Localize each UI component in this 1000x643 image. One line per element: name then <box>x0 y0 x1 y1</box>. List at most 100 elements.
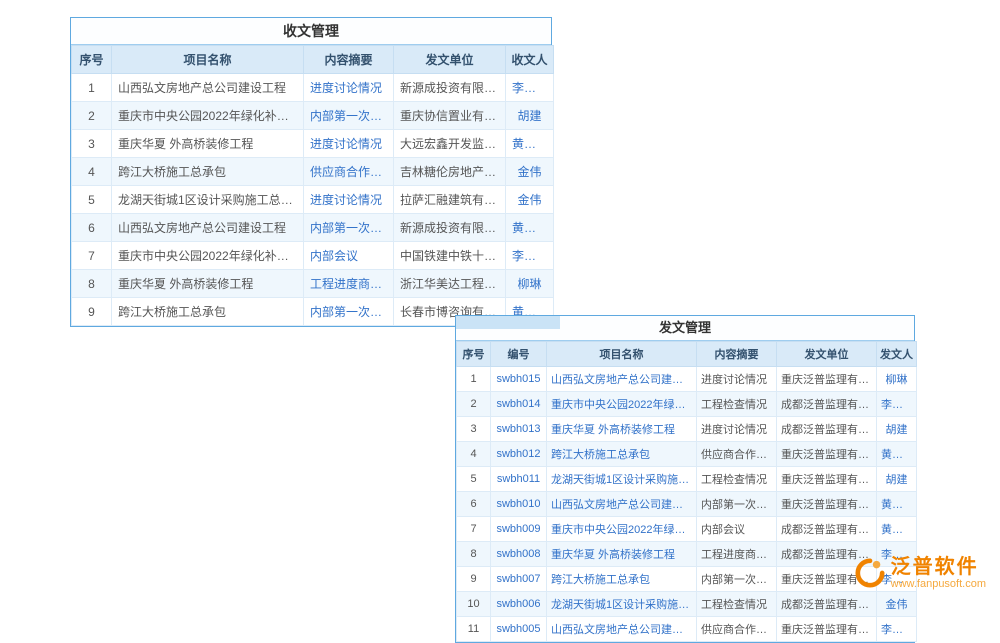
table-cell: 重庆市中央公园2022年绿化补贴项目-施工2标段 <box>112 102 304 130</box>
table-cell: 供应商合作事宜 <box>697 442 777 467</box>
table-cell-link[interactable]: 柳琳 <box>877 367 917 392</box>
table-cell: 内部第一次会议 <box>697 492 777 517</box>
table-cell: 浙江华美达工程开发监... <box>394 270 506 298</box>
table-cell-link[interactable]: swbh010 <box>491 492 547 517</box>
table-cell: 5 <box>457 467 491 492</box>
table-cell: 成都泛普监理有限公司 <box>777 417 877 442</box>
table-cell: 2 <box>72 102 112 130</box>
table-cell-link[interactable]: 重庆市中央公园2022年绿化补贴项目-... <box>547 517 697 542</box>
table-row: 5swbh011龙湖天街城1区设计采购施工总承包工程工程检查情况重庆泛普监理有限… <box>457 467 917 492</box>
table-cell: 内部第一次会议 <box>697 567 777 592</box>
table-cell-link[interactable]: 工程进度商讨情况 <box>304 270 394 298</box>
table-cell: 工程检查情况 <box>697 592 777 617</box>
table-cell-link[interactable]: 重庆华夏 外高桥装修工程 <box>547 417 697 442</box>
table-cell-link[interactable]: swbh007 <box>491 567 547 592</box>
table-cell-link[interactable]: 跨江大桥施工总承包 <box>547 567 697 592</box>
received-docs-panel: 收文管理 序号项目名称内容摘要发文单位收文人1山西弘文房地产总公司建设工程进度讨… <box>70 17 552 327</box>
table-cell-link[interactable]: swbh009 <box>491 517 547 542</box>
table-cell-link[interactable]: 山西弘文房地产总公司建设工程 <box>547 367 697 392</box>
table-cell-link[interactable]: 进度讨论情况 <box>304 74 394 102</box>
table-cell-link[interactable]: 黄思聪 <box>877 517 917 542</box>
table-cell: 工程检查情况 <box>697 392 777 417</box>
table-cell-link[interactable]: swbh012 <box>491 442 547 467</box>
table-cell-link[interactable]: 跨江大桥施工总承包 <box>547 442 697 467</box>
table-cell: 重庆泛普监理有限公司 <box>777 492 877 517</box>
column-header: 发文单位 <box>394 46 506 74</box>
table-cell: 重庆泛普监理有限公司 <box>777 367 877 392</box>
table-cell-link[interactable]: 内部会议 <box>304 242 394 270</box>
table-cell-link[interactable]: swbh011 <box>491 467 547 492</box>
table-cell-link[interactable]: 黄思聪 <box>877 442 917 467</box>
table-row: 1swbh015山西弘文房地产总公司建设工程进度讨论情况重庆泛普监理有限公司柳琳 <box>457 367 917 392</box>
table-cell: 重庆华夏 外高桥装修工程 <box>112 130 304 158</box>
table-cell-link[interactable]: 内部第一次会议 <box>304 298 394 326</box>
table-cell-link[interactable]: 胡建 <box>877 467 917 492</box>
table-cell-link[interactable]: 金伟 <box>506 186 554 214</box>
table-row: 3swbh013重庆华夏 外高桥装修工程进度讨论情况成都泛普监理有限公司胡建 <box>457 417 917 442</box>
table-cell-link[interactable]: 柳琳 <box>506 270 554 298</box>
table-cell-link[interactable]: swbh006 <box>491 592 547 617</box>
table-row: 8重庆华夏 外高桥装修工程工程进度商讨情况浙江华美达工程开发监...柳琳 <box>72 270 554 298</box>
column-header: 序号 <box>72 46 112 74</box>
table-cell-link[interactable]: 供应商合作事宜 <box>304 158 394 186</box>
table-row: 7重庆市中央公园2022年绿化补贴项目-施工2标段内部会议中国铁建中铁十五局集.… <box>72 242 554 270</box>
table-cell: 6 <box>72 214 112 242</box>
table-row: 2重庆市中央公园2022年绿化补贴项目-施工2标段内部第一次会议重庆协信置业有限… <box>72 102 554 130</box>
table-cell-link[interactable]: 山西弘文房地产总公司建设工程 <box>547 492 697 517</box>
table-cell-link[interactable]: 进度讨论情况 <box>304 130 394 158</box>
table-cell-link[interactable]: swbh005 <box>491 617 547 642</box>
table-cell-link[interactable]: swbh014 <box>491 392 547 417</box>
table-cell-link[interactable]: 龙湖天街城1区设计采购施工总承包工程 <box>547 592 697 617</box>
table-cell-link[interactable]: 进度讨论情况 <box>304 186 394 214</box>
sent-docs-panel-title-text: 发文管理 <box>659 320 711 335</box>
table-cell: 重庆泛普监理有限公司 <box>777 617 877 642</box>
column-header: 内容摘要 <box>304 46 394 74</box>
watermark: 泛普软件 www.fanpusoft.com <box>855 556 986 590</box>
table-cell-link[interactable]: 胡建 <box>877 417 917 442</box>
table-row: 3重庆华夏 外高桥装修工程进度讨论情况大远宏鑫开发监理有限...黄思聪 <box>72 130 554 158</box>
table-cell: 跨江大桥施工总承包 <box>112 298 304 326</box>
table-cell-link[interactable]: 李若若 <box>877 392 917 417</box>
table-cell-link[interactable]: swbh013 <box>491 417 547 442</box>
table-cell: 新源成投资有限公司 <box>394 214 506 242</box>
table-cell-link[interactable]: swbh015 <box>491 367 547 392</box>
table-cell-link[interactable]: 李若若 <box>506 242 554 270</box>
watermark-text: 泛普软件 www.fanpusoft.com <box>891 556 986 590</box>
table-cell: 7 <box>72 242 112 270</box>
table-cell-link[interactable]: 重庆市中央公园2022年绿化补贴项目-... <box>547 392 697 417</box>
table-row: 10swbh006龙湖天街城1区设计采购施工总承包工程工程检查情况成都泛普监理有… <box>457 592 917 617</box>
table-cell-link[interactable]: 金伟 <box>506 158 554 186</box>
header-row: 序号项目名称内容摘要发文单位收文人 <box>72 46 554 74</box>
table-cell-link[interactable]: 李若若 <box>506 74 554 102</box>
table-cell: 工程进度商讨情况 <box>697 542 777 567</box>
table-cell-link[interactable]: 黄思聪 <box>506 130 554 158</box>
table-row: 8swbh008重庆华夏 外高桥装修工程工程进度商讨情况成都泛普监理有限公司李若… <box>457 542 917 567</box>
table-cell: 3 <box>457 417 491 442</box>
table-cell-link[interactable]: 龙湖天街城1区设计采购施工总承包工程 <box>547 467 697 492</box>
table-cell-link[interactable]: 胡建 <box>506 102 554 130</box>
column-header: 项目名称 <box>547 342 697 367</box>
table-cell-link[interactable]: swbh008 <box>491 542 547 567</box>
table-cell: 重庆华夏 外高桥装修工程 <box>112 270 304 298</box>
brand-url: www.fanpusoft.com <box>891 578 986 590</box>
column-header: 内容摘要 <box>697 342 777 367</box>
table-cell: 3 <box>72 130 112 158</box>
table-cell: 工程检查情况 <box>697 467 777 492</box>
column-header: 项目名称 <box>112 46 304 74</box>
table-cell-link[interactable]: 内部第一次会议 <box>304 214 394 242</box>
sent-docs-table: 序号编号项目名称内容摘要发文单位发文人1swbh015山西弘文房地产总公司建设工… <box>456 341 917 642</box>
table-cell: 成都泛普监理有限公司 <box>777 517 877 542</box>
table-cell-link[interactable]: 重庆华夏 外高桥装修工程 <box>547 542 697 567</box>
received-docs-panel-title: 收文管理 <box>71 18 551 45</box>
table-cell-link[interactable]: 金伟 <box>877 592 917 617</box>
table-cell: 大远宏鑫开发监理有限... <box>394 130 506 158</box>
table-cell-link[interactable]: 李若若 <box>877 617 917 642</box>
table-cell-link[interactable]: 内部第一次会议 <box>304 102 394 130</box>
table-row: 5龙湖天街城1区设计采购施工总承包工程进度讨论情况拉萨汇融建筑有限公司金伟 <box>72 186 554 214</box>
table-row: 4跨江大桥施工总承包供应商合作事宜吉林糖伦房地产建筑有...金伟 <box>72 158 554 186</box>
table-cell-link[interactable]: 黄思聪 <box>877 492 917 517</box>
table-cell: 8 <box>457 542 491 567</box>
table-cell-link[interactable]: 黄思聪 <box>506 214 554 242</box>
table-cell: 内部会议 <box>697 517 777 542</box>
table-cell-link[interactable]: 山西弘文房地产总公司建设工程 <box>547 617 697 642</box>
